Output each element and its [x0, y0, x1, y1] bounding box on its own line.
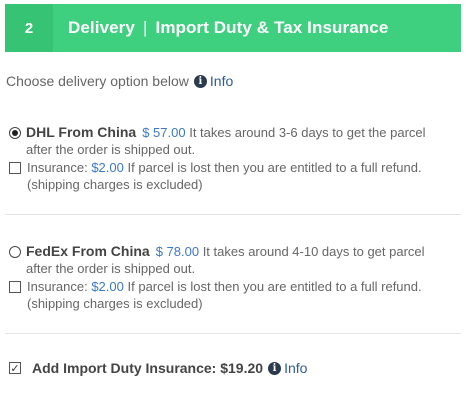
- import-duty-label[interactable]: Add Import Duty Insurance: $19.20: [32, 360, 263, 376]
- import-duty-checkbox[interactable]: ✓: [9, 362, 21, 375]
- title-separator: |: [142, 18, 148, 37]
- step-number: 2: [5, 4, 53, 52]
- option-desc: It takes around 4-10 days to get parcel: [202, 244, 425, 259]
- option-price: $ 57.00: [142, 125, 186, 140]
- radio-fedex[interactable]: [9, 246, 21, 258]
- delivery-option-fedex: FedEx From China $ 78.00 It takes around …: [9, 243, 459, 312]
- insurance-checkbox-fedex[interactable]: [9, 281, 21, 293]
- step-title: Delivery | Import Duty & Tax Insurance: [68, 18, 388, 38]
- insurance-note: (shipping charges is excluded): [27, 177, 203, 192]
- step-title-delivery: Delivery: [68, 18, 135, 37]
- step-header: 2 Delivery | Import Duty & Tax Insurance: [5, 4, 461, 52]
- delivery-prompt: Choose delivery option below i Info: [6, 72, 233, 90]
- option-name[interactable]: DHL From China: [26, 124, 136, 140]
- insurance-label: Insurance:: [27, 279, 88, 294]
- option-main-line: DHL From China $ 57.00 It takes around 3-…: [9, 124, 459, 158]
- option-text: DHL From China $ 57.00 It takes around 3-…: [26, 124, 426, 158]
- insurance-desc: If parcel is lost then you are entitled …: [127, 279, 422, 294]
- import-duty-row: ✓ Add Import Duty Insurance: $19.20 i In…: [9, 360, 307, 376]
- option-desc: It takes around 3-6 days to get the parc…: [189, 125, 426, 140]
- insurance-checkbox-dhl[interactable]: [9, 162, 21, 174]
- info-icon[interactable]: i: [193, 74, 207, 88]
- option-text: FedEx From China $ 78.00 It takes around …: [26, 243, 425, 277]
- option-name[interactable]: FedEx From China: [26, 243, 150, 259]
- insurance-price: $2.00: [91, 279, 124, 294]
- divider: [5, 333, 461, 334]
- duty-info-link[interactable]: Info: [284, 360, 307, 376]
- checkmark-icon: ✓: [10, 362, 20, 375]
- delivery-option-dhl: DHL From China $ 57.00 It takes around 3-…: [9, 124, 459, 193]
- insurance-price: $2.00: [91, 160, 124, 175]
- option-main-line: FedEx From China $ 78.00 It takes around …: [9, 243, 459, 277]
- insurance-text: Insurance: $2.00 If parcel is lost then …: [27, 278, 422, 312]
- divider: [5, 214, 461, 215]
- insurance-line: Insurance: $2.00 If parcel is lost then …: [9, 159, 459, 193]
- insurance-text: Insurance: $2.00 If parcel is lost then …: [27, 159, 422, 193]
- insurance-desc: If parcel is lost then you are entitled …: [127, 160, 422, 175]
- info-icon[interactable]: i: [268, 361, 282, 375]
- info-link[interactable]: Info: [210, 73, 233, 89]
- radio-selected-dot: [12, 130, 18, 136]
- insurance-line: Insurance: $2.00 If parcel is lost then …: [9, 278, 459, 312]
- option-desc-2: after the order is shipped out.: [26, 261, 196, 276]
- insurance-label: Insurance:: [27, 160, 88, 175]
- option-price: $ 78.00: [155, 244, 200, 259]
- step-title-insurance: Import Duty & Tax Insurance: [155, 18, 389, 37]
- option-desc-2: after the order is shipped out.: [26, 142, 196, 157]
- insurance-note: (shipping charges is excluded): [27, 296, 203, 311]
- delivery-prompt-text: Choose delivery option below: [6, 73, 189, 89]
- radio-dhl[interactable]: [9, 127, 21, 139]
